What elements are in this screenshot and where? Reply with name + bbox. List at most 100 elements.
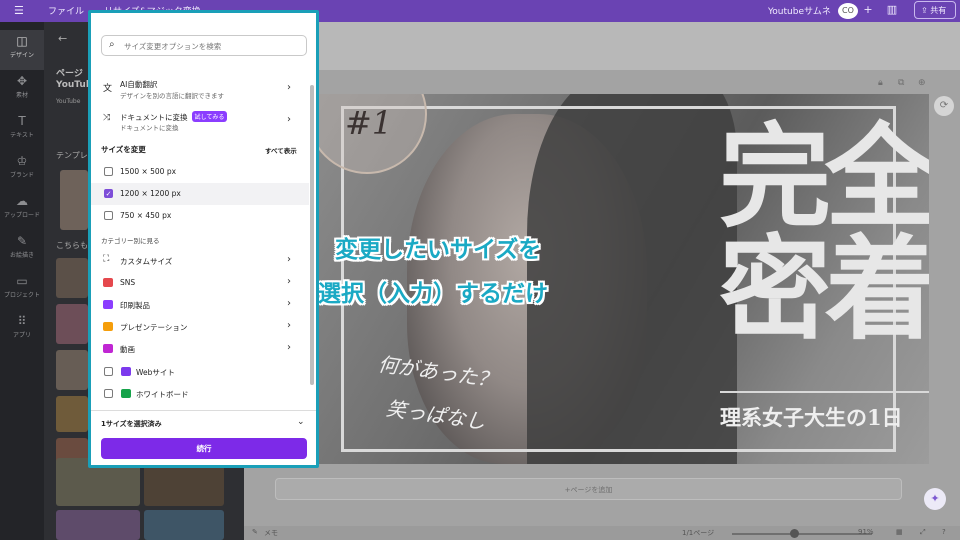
ai-translate-desc: デザインを別の言語に翻訳できます [120, 92, 224, 100]
category-custom-size[interactable]: ⛶ カスタムサイズ › [91, 250, 309, 272]
rail-item-design[interactable]: ◫ デザイン [0, 30, 44, 70]
show-all-link[interactable]: すべて表示 [265, 145, 297, 155]
size-label: 1200 × 1200 px [120, 189, 181, 198]
template-thumb[interactable] [56, 350, 88, 390]
size-checkbox-checked[interactable]: ✓ [104, 189, 113, 198]
analytics-icon[interactable]: ▥ [884, 3, 900, 19]
option-website[interactable]: Webサイト [91, 361, 309, 383]
subtitle-rule [720, 391, 929, 393]
size-checkbox[interactable] [104, 167, 113, 176]
resize-search[interactable]: ⌕ サイズ変更オプションを検索 [101, 35, 307, 56]
sns-icon [103, 278, 113, 287]
notes-icon[interactable]: ✎ [252, 528, 258, 536]
text-icon: T [18, 114, 26, 128]
rail-item-text[interactable]: T テキスト [0, 110, 44, 150]
footer-divider [91, 410, 316, 411]
category-section-title: カテゴリー別に見る [101, 237, 160, 245]
scrollbar[interactable] [310, 85, 314, 385]
template-thumb[interactable] [56, 396, 88, 432]
add-page-icon[interactable]: ⊕ [918, 78, 926, 88]
rail-item-brand[interactable]: ♔ ブランド [0, 150, 44, 190]
resize-popup: ⌕ サイズ変更オプションを検索 文 AI自動翻訳 デザインを別の言語に翻訳できま… [88, 10, 319, 468]
document-title[interactable]: Youtubeサムネ [768, 4, 831, 17]
share-button[interactable]: ⇪ 共有 [914, 1, 956, 19]
template-thumb[interactable] [56, 304, 88, 344]
canvas-header-area [244, 22, 960, 70]
chevron-right-icon: › [287, 276, 291, 287]
size-label: 750 × 450 px [120, 211, 172, 220]
size-option-750x450[interactable]: 750 × 450 px [91, 205, 309, 227]
upload-icon: ☁ [16, 194, 28, 208]
search-icon: ⌕ [109, 39, 115, 50]
continue-button[interactable]: 続行 [101, 438, 307, 459]
selected-count: 1サイズを選択済み [101, 420, 162, 428]
avatar[interactable]: CO [838, 3, 858, 19]
zoom-slider[interactable] [732, 533, 872, 535]
add-page-button[interactable]: +ページを追加 [275, 478, 902, 500]
search-input[interactable]: サイズ変更オプションを検索 [124, 41, 221, 52]
refresh-icon[interactable]: ⟳ [934, 96, 954, 116]
chevron-right-icon: › [287, 114, 291, 125]
share-icon: ⇪ [921, 6, 928, 15]
rail-item-projects[interactable]: ▭ プロジェクト [0, 270, 44, 310]
fullscreen-icon[interactable]: ⤢ [920, 528, 926, 537]
back-arrow-icon[interactable]: ← [58, 32, 67, 45]
grid-view-icon[interactable]: ▦ [896, 528, 903, 536]
presentation-icon [103, 322, 113, 331]
rail-item-upload[interactable]: ☁ アップロード [0, 190, 44, 230]
size-checkbox[interactable] [104, 211, 113, 220]
chevron-right-icon: › [287, 254, 291, 265]
zoom-level[interactable]: 91% [858, 528, 874, 536]
category-print[interactable]: 印刷製品 › [91, 294, 309, 316]
rail-item-draw[interactable]: ✎ お絵描き [0, 230, 44, 270]
projects-icon: ▭ [16, 274, 28, 288]
rail-item-apps[interactable]: ⠿ アプリ [0, 310, 44, 350]
add-collaborator-button[interactable]: + [860, 3, 876, 19]
page-count[interactable]: 1/1ページ [682, 528, 714, 538]
category-presentation[interactable]: プレゼンテーション › [91, 316, 309, 338]
menu-icon[interactable]: ☰ [14, 4, 24, 17]
size-option-1200x1200[interactable]: ✓ 1200 × 1200 px [91, 183, 309, 205]
website-label: Webサイト [136, 368, 175, 377]
template-thumb[interactable] [60, 170, 88, 230]
whiteboard-label: ホワイトボード [136, 390, 189, 399]
doc-convert-desc: ドキュメントに変換 [120, 124, 179, 132]
zoom-slider-handle[interactable] [790, 529, 799, 538]
design-icon: ◫ [16, 34, 28, 48]
template-thumb[interactable] [56, 510, 140, 540]
template-thumb[interactable] [144, 510, 224, 540]
chevron-down-icon[interactable]: ⌄ [297, 417, 305, 427]
lock-icon[interactable]: 🔒︎ [878, 78, 883, 88]
doc-convert-option[interactable]: ⤨ ドキュメントに変換 試してみる ドキュメントに変換 › [91, 111, 309, 135]
draw-icon: ✎ [16, 234, 28, 248]
category-label: プレゼンテーション [120, 323, 188, 332]
episode-number: #1 [345, 104, 393, 142]
share-label: 共有 [930, 6, 947, 15]
notes-button[interactable]: メモ [264, 528, 278, 538]
size-label: 1500 × 500 px [120, 167, 177, 176]
whiteboard-icon [121, 389, 131, 398]
ai-translate-option[interactable]: 文 AI自動翻訳 デザインを別の言語に翻訳できます › [91, 79, 309, 103]
category-label: SNS [120, 278, 136, 287]
rail-item-elements[interactable]: ✥ 素材 [0, 70, 44, 110]
category-sns[interactable]: SNS › [91, 272, 309, 294]
shuffle-icon: ⤨ [103, 113, 111, 123]
category-video[interactable]: 動画 › [91, 338, 309, 360]
file-menu[interactable]: ファイル [48, 4, 84, 17]
chevron-right-icon: › [287, 320, 291, 331]
whiteboard-checkbox[interactable] [104, 389, 113, 398]
size-option-1500x500[interactable]: 1500 × 500 px [91, 161, 309, 183]
website-checkbox[interactable] [104, 367, 113, 376]
option-whiteboard[interactable]: ホワイトボード [91, 383, 309, 405]
panel-heading: ページ [56, 69, 83, 79]
magic-assistant-icon[interactable]: ✦ [924, 488, 946, 510]
help-icon[interactable]: ? [942, 528, 946, 536]
design-title-line2: 密着 [719, 225, 929, 355]
templates-label: テンプレ [56, 151, 88, 160]
duplicate-icon[interactable]: ⧉ [898, 78, 904, 88]
panel-sub: YouTube [56, 98, 81, 105]
resize-section-title: サイズを変更 [101, 145, 146, 154]
template-thumb[interactable] [56, 258, 88, 298]
category-label: カスタムサイズ [120, 257, 173, 266]
caption-line-2: 選択（入力）するだけ [318, 281, 548, 307]
